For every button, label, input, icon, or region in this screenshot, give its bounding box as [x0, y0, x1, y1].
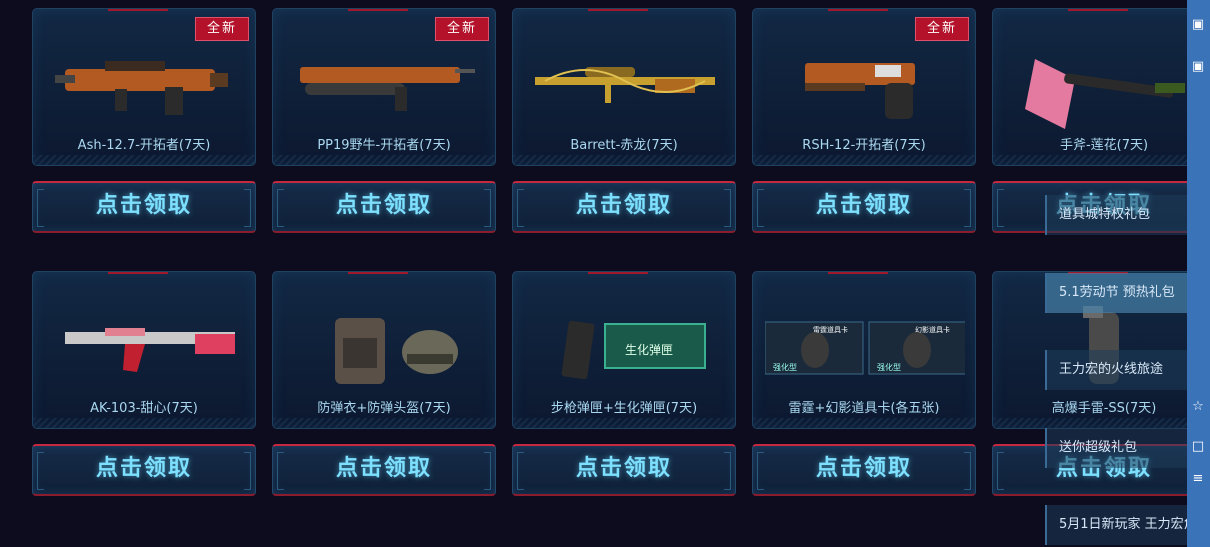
item-card-armor: 防弹衣+防弹头盔(7天) — [272, 271, 496, 429]
claim-button[interactable]: 点击领取 — [752, 444, 976, 496]
grid-icon[interactable]: ▣ — [1189, 16, 1207, 34]
promo-item[interactable]: 5.1劳动节 预热礼包 — [1045, 273, 1190, 313]
item-card-ak103: AK-103-甜心(7天) — [32, 271, 256, 429]
item-name: RSH-12-开拓者(7天) — [802, 138, 926, 153]
barrett-image — [535, 67, 715, 103]
card-decoration — [513, 418, 735, 428]
promo-item[interactable]: 王力宏的火线旅途 — [1045, 350, 1190, 390]
claim-button[interactable]: 点击领取 — [272, 444, 496, 496]
card-decoration — [273, 418, 495, 428]
grid-icon[interactable]: ▣ — [1189, 58, 1207, 76]
strengthen-label: 强化型 — [877, 362, 901, 372]
card-decoration — [33, 155, 255, 165]
item-card-magazines: 生化弹匣 步枪弹匣+生化弹匣(7天) — [512, 271, 736, 429]
ak103-image — [65, 328, 235, 372]
item-name: Ash-12.7-开拓者(7天) — [77, 138, 211, 153]
item-name: PP19野牛-开拓者(7天) — [317, 138, 451, 153]
new-badge: 全新 — [195, 17, 249, 41]
rsh12-revolver-image — [805, 63, 915, 119]
new-badge: 全新 — [435, 17, 489, 41]
hatchet-image — [1025, 59, 1185, 129]
menu-icon[interactable]: ≡ — [1189, 470, 1207, 488]
ash-rifle-image — [55, 61, 228, 115]
card-decoration — [993, 155, 1210, 165]
claim-button[interactable]: 点击领取 — [272, 181, 496, 233]
claim-button[interactable]: 点击领取 — [512, 181, 736, 233]
bio-magazine-label: 生化弹匣 — [625, 343, 673, 357]
armor-helmet-image — [335, 318, 458, 384]
card-decoration — [753, 418, 975, 428]
claim-button[interactable]: 点击领取 — [752, 181, 976, 233]
item-card-barrett: Barrett-赤龙(7天) — [512, 8, 736, 166]
card-decoration — [753, 155, 975, 165]
strengthen-label: 强化型 — [773, 362, 797, 372]
card-decoration — [33, 418, 255, 428]
side-toolbar: ▣ ▣ ☆ □ ≡ — [1187, 0, 1210, 547]
item-name: 手斧-莲花(7天) — [1059, 138, 1149, 153]
item-card-ash: 全新 Ash-12.7-开拓者(7天) — [32, 8, 256, 166]
star-icon[interactable]: ☆ — [1189, 398, 1207, 416]
card-decoration — [273, 155, 495, 165]
item-card-rsh12: 全新 RSH-12-开拓者(7天) — [752, 8, 976, 166]
item-card-hatchet: 手斧-莲花(7天) — [992, 8, 1210, 166]
item-name: AK-103-甜心(7天) — [90, 401, 198, 416]
promo-item[interactable]: 道具城特权礼包 — [1045, 195, 1190, 235]
prop-cards-image: 雷霆道具卡 幻影道具卡 强化型 强化型 — [765, 321, 965, 375]
item-name: 防弹衣+防弹头盔(7天) — [317, 401, 451, 416]
claim-button[interactable]: 点击领取 — [512, 444, 736, 496]
item-name: Barrett-赤龙(7天) — [570, 138, 678, 153]
square-icon[interactable]: □ — [1189, 438, 1207, 456]
claim-button[interactable]: 点击领取 — [32, 181, 256, 233]
item-card-pp19: 全新 PP19野牛-开拓者(7天) — [272, 8, 496, 166]
item-name: 雷霆+幻影道具卡(各五张) — [788, 401, 940, 416]
new-badge: 全新 — [915, 17, 969, 41]
claim-button[interactable]: 点击领取 — [32, 444, 256, 496]
promo-list: 道具城特权礼包 5.1劳动节 预热礼包 王力宏的火线旅途 送你超级礼包 5月1日… — [1045, 195, 1190, 547]
item-card-prop-cards: 雷霆道具卡 幻影道具卡 强化型 强化型 雷霆+幻影道具卡(各五张) — [752, 271, 976, 429]
magazines-image: 生化弹匣 — [561, 320, 706, 380]
promo-item[interactable]: 送你超级礼包 — [1045, 428, 1190, 468]
pp19-image — [300, 67, 475, 111]
item-name: 步枪弹匣+生化弹匣(7天) — [550, 401, 698, 416]
card-decoration — [513, 155, 735, 165]
site-logo — [1140, 501, 1210, 547]
